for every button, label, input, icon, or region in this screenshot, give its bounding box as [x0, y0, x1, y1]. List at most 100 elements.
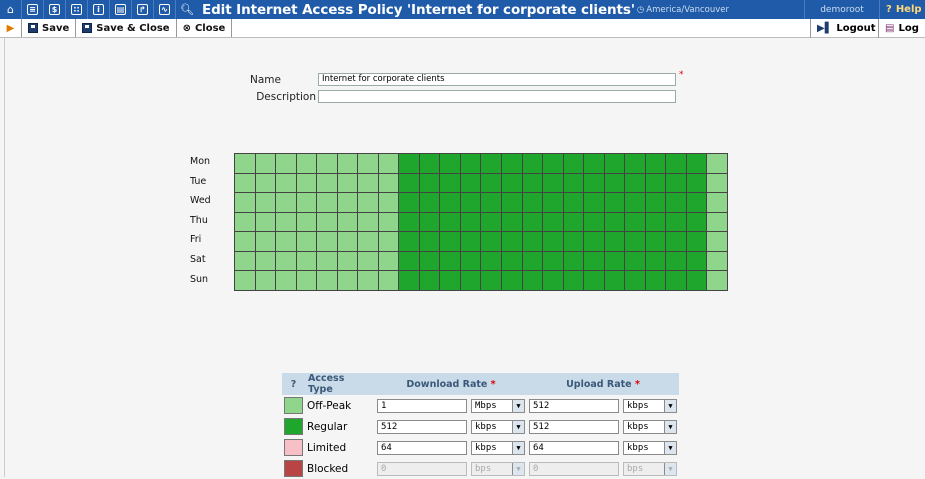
- schedule-cell[interactable]: [440, 193, 460, 212]
- schedule-cell[interactable]: [235, 271, 255, 290]
- upload-unit-select[interactable]: kbps ▼: [623, 440, 677, 455]
- logout-button[interactable]: ▶▌ Logout: [810, 19, 878, 38]
- color-swatch[interactable]: [284, 439, 303, 456]
- schedule-cell[interactable]: [666, 271, 686, 290]
- schedule-cell[interactable]: [707, 251, 727, 271]
- schedule-cell[interactable]: [522, 173, 543, 193]
- upload-rate-input[interactable]: 0: [529, 461, 619, 476]
- download-unit-select[interactable]: bps ▼: [471, 461, 525, 476]
- schedule-cell[interactable]: [604, 173, 625, 193]
- schedule-cell[interactable]: [378, 251, 399, 271]
- schedule-cell[interactable]: [666, 232, 686, 251]
- schedule-cell[interactable]: [296, 193, 317, 212]
- schedule-cell[interactable]: [645, 173, 666, 193]
- schedule-cell[interactable]: [235, 193, 255, 212]
- schedule-cell[interactable]: [337, 173, 358, 193]
- schedule-cell[interactable]: [522, 154, 543, 173]
- schedule-cell[interactable]: [255, 154, 276, 173]
- schedule-cell[interactable]: [686, 251, 707, 271]
- name-field[interactable]: Internet for corporate clients: [318, 73, 676, 86]
- schedule-cell[interactable]: [481, 271, 502, 290]
- schedule-cell[interactable]: [276, 271, 296, 290]
- schedule-cell[interactable]: [686, 271, 707, 290]
- schedule-cell[interactable]: [707, 271, 727, 290]
- color-swatch[interactable]: [284, 418, 303, 435]
- schedule-cell[interactable]: [317, 193, 337, 212]
- schedule-cell[interactable]: [707, 154, 727, 173]
- schedule-cell[interactable]: [502, 232, 522, 251]
- schedule-cell[interactable]: [337, 271, 358, 290]
- schedule-cell[interactable]: [543, 251, 563, 271]
- schedule-cell[interactable]: [686, 232, 707, 251]
- schedule-cell[interactable]: [543, 271, 563, 290]
- download-rate-input[interactable]: 512: [377, 419, 467, 434]
- schedule-cell[interactable]: [276, 173, 296, 193]
- home-icon[interactable]: ⌂: [0, 0, 22, 19]
- schedule-cell[interactable]: [481, 173, 502, 193]
- schedule-cell[interactable]: [645, 193, 666, 212]
- schedule-cell[interactable]: [625, 173, 645, 193]
- schedule-cell[interactable]: [666, 212, 686, 232]
- schedule-cell[interactable]: [235, 173, 255, 193]
- upload-rate-input[interactable]: 64: [529, 440, 619, 455]
- schedule-cell[interactable]: [399, 232, 419, 251]
- schedule-cell[interactable]: [563, 193, 584, 212]
- schedule-cell[interactable]: [460, 232, 481, 251]
- schedule-cell[interactable]: [399, 154, 419, 173]
- schedule-cell[interactable]: [666, 251, 686, 271]
- schedule-cell[interactable]: [604, 271, 625, 290]
- schedule-cell[interactable]: [522, 251, 543, 271]
- schedule-cell[interactable]: [460, 271, 481, 290]
- schedule-cell[interactable]: [440, 251, 460, 271]
- schedule-cell[interactable]: [317, 154, 337, 173]
- schedule-cell[interactable]: [543, 154, 563, 173]
- schedule-cell[interactable]: [686, 193, 707, 212]
- color-swatch[interactable]: [284, 460, 303, 477]
- download-unit-select[interactable]: kbps ▼: [471, 419, 525, 434]
- schedule-cell[interactable]: [419, 193, 440, 212]
- schedule-cell[interactable]: [440, 212, 460, 232]
- schedule-cell[interactable]: [707, 173, 727, 193]
- schedule-cell[interactable]: [317, 212, 337, 232]
- schedule-cell[interactable]: [460, 193, 481, 212]
- schedule-cell[interactable]: [255, 251, 276, 271]
- schedule-cell[interactable]: [522, 271, 543, 290]
- schedule-cell[interactable]: [378, 154, 399, 173]
- schedule-cell[interactable]: [337, 154, 358, 173]
- schedule-cell[interactable]: [255, 232, 276, 251]
- schedule-cell[interactable]: [584, 212, 604, 232]
- schedule-cell[interactable]: [604, 251, 625, 271]
- schedule-cell[interactable]: [378, 271, 399, 290]
- schedule-cell[interactable]: [502, 193, 522, 212]
- schedule-cell[interactable]: [358, 212, 378, 232]
- schedule-cell[interactable]: [235, 154, 255, 173]
- accounts-icon[interactable]: ▤: [110, 0, 132, 19]
- schedule-cell[interactable]: [707, 232, 727, 251]
- schedule-cell[interactable]: [235, 212, 255, 232]
- download-unit-select[interactable]: kbps ▼: [471, 440, 525, 455]
- schedule-cell[interactable]: [666, 193, 686, 212]
- schedule-cell[interactable]: [584, 173, 604, 193]
- save-button[interactable]: Save: [22, 19, 77, 37]
- download-rate-input[interactable]: 0: [377, 461, 467, 476]
- schedule-cell[interactable]: [707, 212, 727, 232]
- schedule-cell[interactable]: [419, 154, 440, 173]
- schedule-cell[interactable]: [584, 154, 604, 173]
- schedule-cell[interactable]: [645, 251, 666, 271]
- download-unit-select[interactable]: Mbps ▼: [471, 398, 525, 413]
- schedule-cell[interactable]: [502, 271, 522, 290]
- play-arrow-icon[interactable]: ▶: [0, 19, 22, 37]
- schedule-cell[interactable]: [337, 232, 358, 251]
- chart-icon[interactable]: ∿: [154, 0, 176, 19]
- dollar-icon[interactable]: $: [44, 0, 66, 19]
- schedule-cell[interactable]: [358, 154, 378, 173]
- schedule-cell[interactable]: [276, 193, 296, 212]
- schedule-cell[interactable]: [522, 193, 543, 212]
- schedule-cell[interactable]: [625, 251, 645, 271]
- schedule-cell[interactable]: [317, 271, 337, 290]
- log-button[interactable]: ▤ Log: [878, 19, 925, 38]
- description-field[interactable]: [318, 90, 676, 103]
- schedule-cell[interactable]: [666, 154, 686, 173]
- schedule-cell[interactable]: [522, 212, 543, 232]
- schedule-cell[interactable]: [419, 271, 440, 290]
